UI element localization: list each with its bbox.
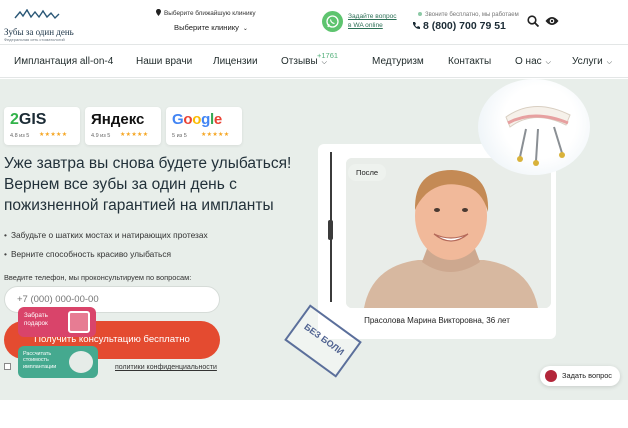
status-dot-icon bbox=[418, 12, 422, 16]
hero-section: 2GIS 4.8 из 5 ★★★★★ Яндекс 4.9 из 5 ★★★★… bbox=[0, 79, 628, 400]
page: Зубы за один день Федеральная сеть стома… bbox=[0, 0, 628, 428]
clinic-select[interactable]: Выберите клинику ⌄ bbox=[174, 23, 248, 32]
logo[interactable]: Зубы за один день Федеральная сеть стома… bbox=[4, 8, 80, 42]
clinic-select-label: Выберите клинику bbox=[174, 23, 239, 32]
rating-badge-2gis[interactable]: 2GIS 4.8 из 5 ★★★★★ bbox=[4, 107, 80, 145]
nav-item-services[interactable]: Услуги ⌵ bbox=[572, 56, 612, 67]
nav-item-about[interactable]: О нас ⌵ bbox=[515, 56, 551, 67]
2gis-logo-icon: 2GIS bbox=[10, 111, 47, 128]
rating-score: 5 из 5 bbox=[172, 133, 187, 139]
yandex-logo-icon: Яндекс bbox=[91, 111, 145, 128]
ask-question-button[interactable]: Задать вопрос bbox=[540, 366, 620, 386]
slider-handle[interactable] bbox=[328, 220, 333, 240]
logo-subtitle: Федеральная сеть стоматологий bbox=[4, 37, 65, 42]
header-phone[interactable]: 8 (800) 700 79 51 bbox=[412, 20, 506, 32]
search-icon[interactable] bbox=[527, 15, 539, 27]
chevron-down-icon: ⌵ bbox=[545, 59, 551, 66]
nav-item-label: Отзывы bbox=[281, 56, 318, 67]
rating-badge-google[interactable]: Google 5 из 5 ★★★★★ bbox=[166, 107, 242, 145]
chat-avatar-icon bbox=[545, 370, 557, 382]
patient-caption: Прасолова Марина Викторовна, 36 лет bbox=[364, 316, 510, 325]
hero-bullet: Забудьте о шатких мостах и натирающих пр… bbox=[4, 230, 208, 240]
nav-item-label: Наши врачи bbox=[136, 56, 193, 67]
phone-icon bbox=[413, 22, 420, 29]
rating-stars-icon: ★★★★★ bbox=[120, 132, 149, 138]
rating-stars-icon: ★★★★★ bbox=[39, 132, 68, 138]
google-logo-icon: Google bbox=[172, 111, 222, 128]
privacy-policy-link[interactable]: политики конфиденциальности bbox=[115, 364, 217, 371]
nav-item-label: Медтуризм bbox=[372, 56, 424, 67]
hero-headline-line: пожизненной гарантией на импланты bbox=[4, 197, 274, 214]
gift-box-icon bbox=[68, 311, 90, 333]
main-nav: Имплантация all-on-4 Наши врачи Лицензии… bbox=[0, 44, 628, 78]
rating-score: 4.9 из 5 bbox=[91, 133, 111, 139]
logo-mark-icon bbox=[14, 8, 60, 20]
whatsapp-link[interactable]: Задайте вопрос в WA online bbox=[348, 12, 397, 30]
nav-item-label: О нас bbox=[515, 56, 542, 67]
consent-checkbox[interactable] bbox=[4, 363, 11, 370]
ask-question-label: Задать вопрос bbox=[562, 371, 612, 380]
form-hint: Введите телефон, мы проконсультируем по … bbox=[4, 273, 192, 282]
calculator-widget[interactable]: Рассчитать стоимость имплантации bbox=[18, 346, 98, 378]
nav-item-contacts[interactable]: Контакты bbox=[448, 56, 491, 67]
nav-item-medtourism[interactable]: Медтуризм bbox=[372, 56, 424, 67]
nav-item-label: Имплантация all-on-4 bbox=[14, 56, 114, 67]
eye-icon[interactable] bbox=[545, 16, 559, 26]
header: Зубы за один день Федеральная сеть стома… bbox=[0, 0, 628, 44]
nav-item-label: Лицензии bbox=[213, 56, 258, 67]
location-prompt-text: Выберите ближайшую клинику bbox=[164, 10, 256, 17]
header-phone-number: 8 (800) 700 79 51 bbox=[423, 20, 506, 32]
location-prompt: Выберите ближайшую клинику bbox=[156, 9, 256, 17]
call-note-text: Звоните бесплатно, мы работаем bbox=[425, 12, 519, 18]
rating-badge-yandex[interactable]: Яндекс 4.9 из 5 ★★★★★ bbox=[85, 107, 161, 145]
whatsapp-link-line2: в WA online bbox=[348, 22, 383, 29]
chevron-down-icon: ⌵ bbox=[606, 59, 613, 66]
rating-score: 4.8 из 5 bbox=[10, 133, 30, 139]
privacy-consent: политики конфиденциальности bbox=[4, 363, 217, 371]
nav-item-doctors[interactable]: Наши врачи bbox=[136, 56, 192, 67]
whatsapp-icon[interactable] bbox=[322, 11, 343, 32]
hero-headline-line: Уже завтра вы снова будете улыбаться! bbox=[4, 155, 292, 172]
hero-bullet: Верните способность красиво улыбаться bbox=[4, 249, 171, 259]
nav-item-licenses[interactable]: Лицензии bbox=[213, 56, 258, 67]
chevron-down-icon: ⌵ bbox=[321, 59, 327, 66]
nav-item-all-on-4[interactable]: Имплантация all-on-4 bbox=[14, 56, 113, 67]
page-bottom bbox=[0, 400, 628, 428]
whatsapp-link-line1: Задайте вопрос bbox=[348, 13, 397, 20]
nav-item-label: Контакты bbox=[448, 56, 492, 67]
gift-widget[interactable]: Забрать подарок bbox=[18, 307, 96, 337]
hero-headline-line: Вернем все зубы за один день с bbox=[4, 176, 237, 193]
hero-headline: Уже завтра вы снова будете улыбаться! Ве… bbox=[4, 153, 304, 216]
call-note: Звоните бесплатно, мы работаем bbox=[418, 12, 519, 18]
nav-item-label: Услуги bbox=[572, 56, 603, 67]
reviews-count-badge: +1761 bbox=[317, 51, 339, 60]
location-pin-icon bbox=[156, 9, 161, 16]
dental-implant-image bbox=[478, 79, 590, 175]
comparison-slider[interactable] bbox=[328, 152, 340, 302]
chevron-down-icon: ⌄ bbox=[242, 26, 248, 32]
rating-stars-icon: ★★★★★ bbox=[201, 132, 230, 138]
after-label: После bbox=[348, 164, 387, 181]
logo-name: Зубы за один день bbox=[4, 27, 74, 37]
